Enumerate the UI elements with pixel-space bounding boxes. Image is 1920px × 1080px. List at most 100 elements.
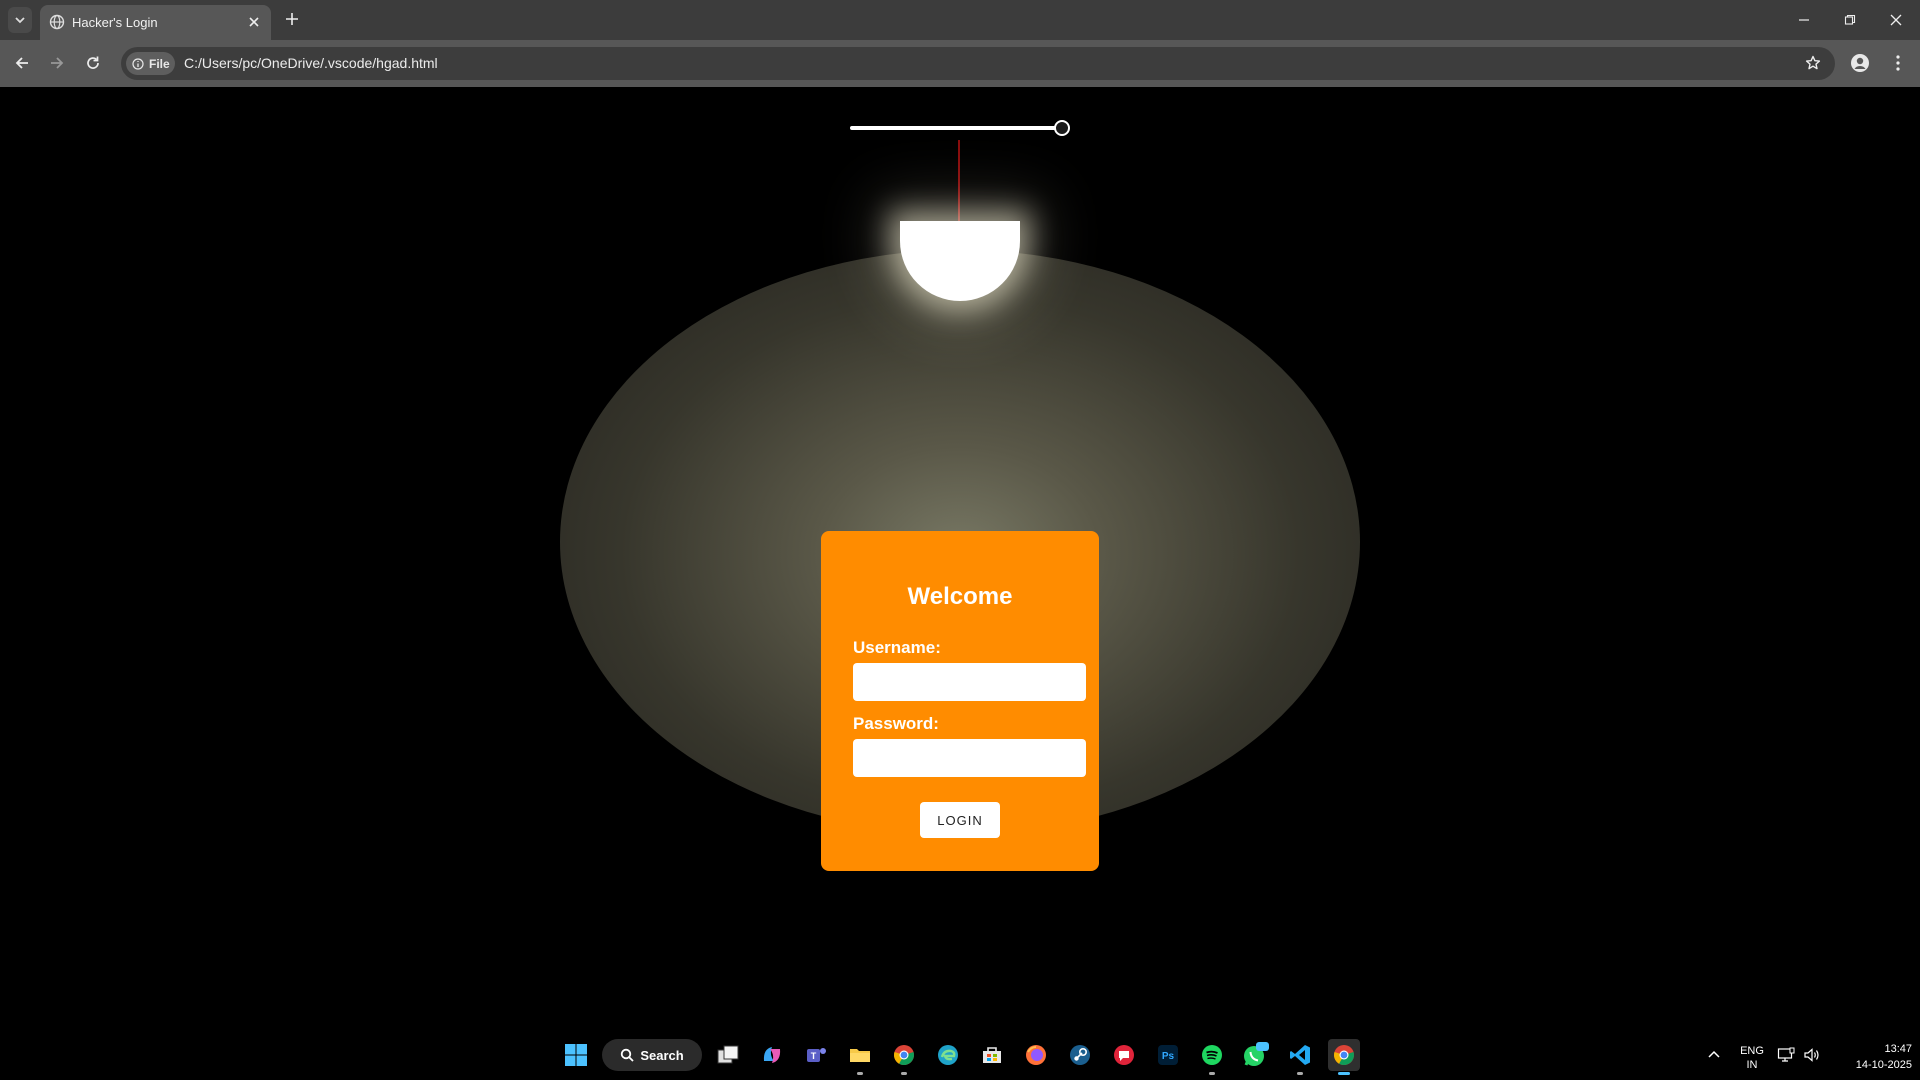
welcome-heading: Welcome: [907, 583, 1013, 610]
photoshop-icon: Ps: [1158, 1045, 1178, 1065]
info-icon: [132, 57, 144, 70]
page-viewport: Welcome Username: Password: LOGIN: [0, 87, 1920, 1030]
globe-icon: [49, 14, 65, 30]
address-bar[interactable]: File C:/Users/pc/OneDrive/.vscode/hgad.h…: [121, 47, 1835, 80]
copilot-button[interactable]: [756, 1039, 788, 1071]
taskbar: Search T Ps ENG IN 13:47 14-10-2025: [0, 1030, 1920, 1080]
profile-button[interactable]: [1848, 51, 1872, 75]
password-input[interactable]: [853, 739, 1086, 777]
language-code: ENG: [1740, 1045, 1764, 1057]
app-icon: [1114, 1045, 1134, 1065]
clock-date: 14-10-2025: [1855, 1059, 1912, 1071]
network-button[interactable]: [1774, 1039, 1798, 1071]
reload-button[interactable]: [81, 51, 105, 75]
clock[interactable]: 13:47 14-10-2025: [1832, 1041, 1912, 1073]
svg-text:T: T: [811, 1051, 817, 1061]
username-label: Username:: [853, 638, 941, 657]
site-chip-label: File: [149, 56, 170, 71]
volume-button[interactable]: [1800, 1039, 1824, 1071]
login-card: Welcome Username: Password: LOGIN: [821, 531, 1099, 871]
chrome-icon: [1334, 1045, 1354, 1066]
back-button[interactable]: [10, 51, 34, 75]
chrome-icon: [894, 1045, 914, 1066]
store-icon: [983, 1047, 1001, 1063]
svg-text:Ps: Ps: [1162, 1051, 1175, 1062]
red-app-button[interactable]: [1108, 1039, 1140, 1071]
username-input[interactable]: [853, 663, 1086, 701]
folder-icon: [850, 1049, 870, 1062]
profile-icon: [1851, 54, 1869, 72]
chrome-button[interactable]: [888, 1039, 920, 1075]
steam-icon: [1070, 1045, 1090, 1065]
chevron-up-icon: [1708, 1050, 1720, 1058]
forward-button[interactable]: [45, 51, 69, 75]
url-text[interactable]: C:/Users/pc/OneDrive/.vscode/hgad.html: [184, 55, 438, 71]
region-code: IN: [1746, 1059, 1758, 1071]
clock-time: 13:47: [1884, 1043, 1912, 1055]
volume-icon: [1804, 1048, 1819, 1062]
tab-search-button[interactable]: [8, 7, 32, 33]
file-explorer-button[interactable]: [844, 1039, 876, 1075]
new-tab-button[interactable]: [282, 9, 302, 29]
minimize-icon: [1799, 19, 1809, 21]
minimize-button[interactable]: [1792, 8, 1816, 32]
store-button[interactable]: [976, 1039, 1008, 1071]
copilot-icon: [763, 1047, 781, 1063]
task-view-icon: [717, 1045, 739, 1064]
running-indicator: [1297, 1072, 1303, 1075]
show-hidden-icons-button[interactable]: [1698, 1039, 1730, 1071]
plus-icon: [286, 13, 298, 25]
lamp-cord: [958, 140, 960, 224]
spotify-icon: [1202, 1045, 1222, 1065]
vscode-icon: [1290, 1045, 1310, 1065]
running-indicator: [857, 1072, 863, 1075]
language-indicator[interactable]: ENG IN: [1730, 1044, 1774, 1072]
browser-menu-button[interactable]: [1886, 51, 1910, 75]
chevron-down-icon: [15, 17, 25, 24]
vscode-button[interactable]: [1284, 1039, 1316, 1075]
whatsapp-button[interactable]: [1240, 1039, 1272, 1071]
light-slider[interactable]: [850, 126, 1062, 130]
site-info-chip[interactable]: File: [126, 52, 175, 75]
star-icon: [1805, 55, 1821, 70]
firefox-icon: [1026, 1045, 1046, 1065]
kebab-menu-icon: [1896, 55, 1900, 71]
browser-toolbar: File C:/Users/pc/OneDrive/.vscode/hgad.h…: [0, 40, 1920, 87]
running-indicator: [901, 1072, 907, 1075]
firefox-button[interactable]: [1020, 1039, 1052, 1071]
close-icon: [249, 17, 259, 27]
arrow-left-icon: [15, 57, 28, 69]
running-indicator: [1209, 1072, 1215, 1075]
spotify-button[interactable]: [1196, 1039, 1228, 1075]
teams-button[interactable]: T: [800, 1039, 832, 1071]
task-view-button[interactable]: [712, 1039, 744, 1071]
login-button[interactable]: LOGIN: [920, 802, 1000, 838]
tab-bar: Hacker's Login: [0, 0, 1920, 40]
arrow-right-icon: [51, 57, 64, 69]
start-button[interactable]: [560, 1039, 592, 1071]
photoshop-button[interactable]: Ps: [1152, 1039, 1184, 1071]
whatsapp-icon: [1244, 1042, 1269, 1066]
tab-hackers-login[interactable]: Hacker's Login: [40, 5, 271, 40]
restore-icon: [1844, 14, 1856, 25]
reload-icon: [87, 56, 99, 69]
network-icon: [1777, 1047, 1795, 1062]
windows-start-icon: [565, 1044, 587, 1066]
restore-button[interactable]: [1838, 8, 1862, 32]
light-slider-thumb[interactable]: [1054, 120, 1070, 136]
edge-icon: [938, 1045, 958, 1065]
close-window-button[interactable]: [1884, 8, 1908, 32]
active-indicator: [1338, 1072, 1350, 1075]
tab-close-button[interactable]: [245, 13, 263, 31]
edge-button[interactable]: [932, 1039, 964, 1071]
tab-title: Hacker's Login: [72, 15, 158, 30]
taskbar-search[interactable]: Search: [602, 1039, 702, 1071]
bookmark-button[interactable]: [1803, 53, 1823, 73]
search-label: Search: [640, 1047, 684, 1063]
steam-button[interactable]: [1064, 1039, 1096, 1071]
search-icon: [621, 1048, 634, 1062]
close-icon: [1890, 14, 1902, 26]
password-label: Password:: [853, 714, 939, 733]
chrome-active-button[interactable]: [1328, 1039, 1360, 1075]
teams-icon: T: [807, 1048, 826, 1062]
